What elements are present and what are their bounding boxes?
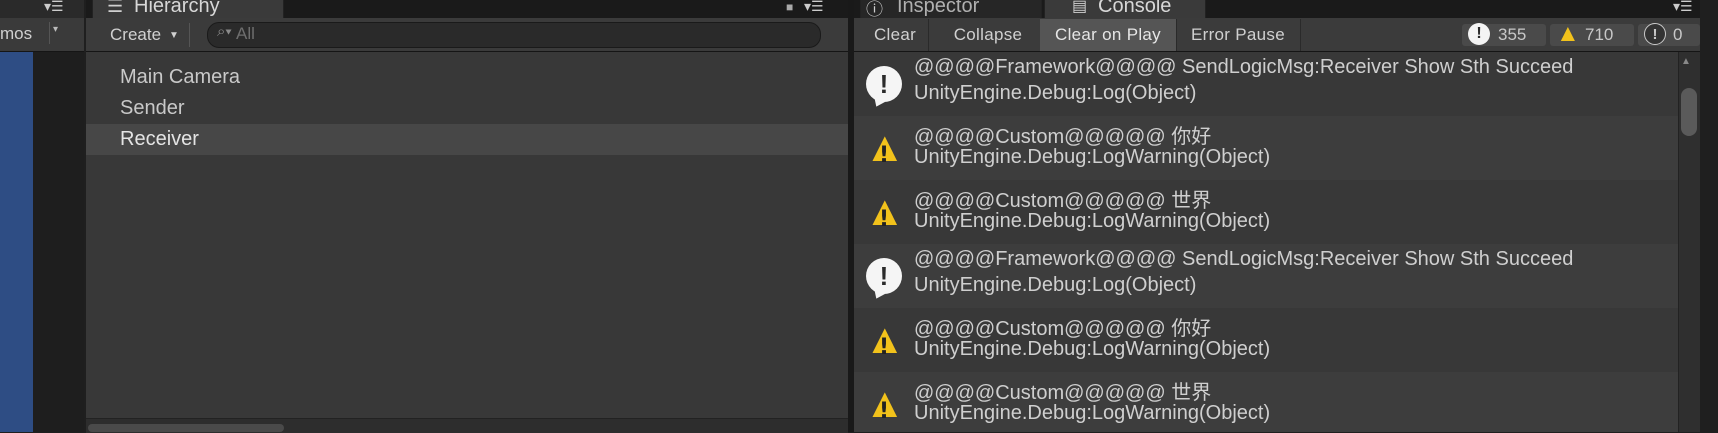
warning-icon: ▲! bbox=[864, 123, 906, 170]
log-stacktrace: UnityEngine.Debug:LogWarning(Object) bbox=[914, 210, 1271, 232]
search-icon[interactable]: ⌕▾ bbox=[217, 23, 232, 40]
log-entry[interactable]: ! @@@@Framework@@@@ SendLogicMsg:Receive… bbox=[854, 52, 1678, 116]
info-icon: ! bbox=[1468, 23, 1490, 45]
console-tab-label: Console bbox=[1098, 0, 1172, 17]
log-message: @@@@Framework@@@@ SendLogicMsg:Receiver … bbox=[914, 56, 1574, 78]
hierarchy-scroll-thumb[interactable] bbox=[88, 424, 284, 432]
clear-on-play-toggle[interactable]: Clear on Play bbox=[1040, 19, 1177, 51]
error-pause-toggle[interactable]: Error Pause bbox=[1176, 19, 1301, 51]
gizmos-button[interactable]: mos bbox=[0, 24, 32, 44]
info-icon: ! bbox=[866, 258, 902, 294]
log-message: @@@@Custom@@@@@ 你好 bbox=[914, 318, 1212, 340]
log-entry[interactable]: ! @@@@Framework@@@@ SendLogicMsg:Receive… bbox=[854, 244, 1678, 308]
log-entry[interactable]: ▲! @@@@Custom@@@@@ 你好 UnityEngine.Debug:… bbox=[854, 116, 1678, 180]
warning-count: 710 bbox=[1585, 25, 1614, 44]
scene-view-border bbox=[33, 52, 84, 432]
log-message: @@@@Framework@@@@ SendLogicMsg:Receiver … bbox=[914, 248, 1574, 270]
window-edge bbox=[1700, 0, 1718, 432]
list-item-label: Receiver bbox=[120, 128, 199, 150]
log-stacktrace: UnityEngine.Debug:Log(Object) bbox=[914, 274, 1197, 296]
hierarchy-menu-icon[interactable]: ▾☰ bbox=[804, 0, 824, 15]
log-entry[interactable]: ▲! @@@@Custom@@@@@ 世界 UnityEngine.Debug:… bbox=[854, 372, 1678, 432]
chevron-down-icon: ▾ bbox=[53, 24, 59, 35]
log-stacktrace: UnityEngine.Debug:LogWarning(Object) bbox=[914, 402, 1271, 424]
console-icon: ▤ bbox=[1072, 0, 1088, 15]
log-count: 355 bbox=[1498, 25, 1527, 44]
collapse-button[interactable]: Collapse bbox=[936, 19, 1041, 51]
hierarchy-tab-label: Hierarchy bbox=[134, 0, 220, 17]
warning-icon: ▲! bbox=[864, 379, 906, 426]
warning-icon: ▲! bbox=[864, 315, 906, 362]
chevron-down-icon: ▼ bbox=[169, 30, 179, 41]
console-menu-icon[interactable]: ▾☰ bbox=[1673, 0, 1693, 15]
hierarchy-item-receiver[interactable]: Receiver bbox=[86, 124, 848, 155]
error-icon: ! bbox=[1644, 23, 1666, 45]
info-icon: ⓘ bbox=[866, 0, 883, 19]
log-entry[interactable]: ▲! @@@@Custom@@@@@ 世界 UnityEngine.Debug:… bbox=[854, 180, 1678, 244]
warning-icon: ▲ bbox=[1556, 20, 1580, 47]
log-message: @@@@Custom@@@@@ 世界 bbox=[914, 382, 1212, 404]
inspector-tab-label: Inspector bbox=[897, 0, 980, 17]
clear-button[interactable]: Clear bbox=[862, 19, 929, 51]
log-stacktrace: UnityEngine.Debug:Log(Object) bbox=[914, 82, 1197, 104]
scroll-up-icon[interactable]: ▲ bbox=[1681, 56, 1691, 67]
create-label: Create bbox=[110, 25, 162, 44]
log-message: @@@@Custom@@@@@ 你好 bbox=[914, 126, 1212, 148]
warning-icon: ▲! bbox=[864, 187, 906, 234]
scene-tab-bar bbox=[0, 0, 84, 18]
scene-menu-icon[interactable]: ▾☰ bbox=[44, 0, 64, 15]
search-placeholder: All bbox=[236, 24, 255, 43]
create-button[interactable]: Create ▼ bbox=[100, 23, 190, 47]
lock-icon[interactable]: ■ bbox=[786, 0, 793, 14]
hierarchy-item-main-camera[interactable]: Main Camera bbox=[86, 62, 848, 93]
hierarchy-list-icon: ☰ bbox=[107, 0, 124, 16]
info-icon: ! bbox=[866, 66, 902, 102]
list-item-label: Sender bbox=[120, 97, 185, 119]
log-entry[interactable]: ▲! @@@@Custom@@@@@ 你好 UnityEngine.Debug:… bbox=[854, 308, 1678, 372]
scene-view[interactable] bbox=[0, 52, 33, 432]
list-item-label: Main Camera bbox=[120, 66, 241, 88]
log-stacktrace: UnityEngine.Debug:LogWarning(Object) bbox=[914, 146, 1271, 168]
gizmos-dropdown[interactable]: ▾ bbox=[49, 22, 64, 44]
console-scroll-thumb[interactable] bbox=[1681, 88, 1697, 136]
log-stacktrace: UnityEngine.Debug:LogWarning(Object) bbox=[914, 338, 1271, 360]
hierarchy-search-input[interactable] bbox=[207, 22, 821, 48]
hierarchy-item-sender[interactable]: Sender bbox=[86, 93, 848, 124]
log-message: @@@@Custom@@@@@ 世界 bbox=[914, 190, 1212, 212]
error-count: 0 bbox=[1673, 25, 1683, 44]
